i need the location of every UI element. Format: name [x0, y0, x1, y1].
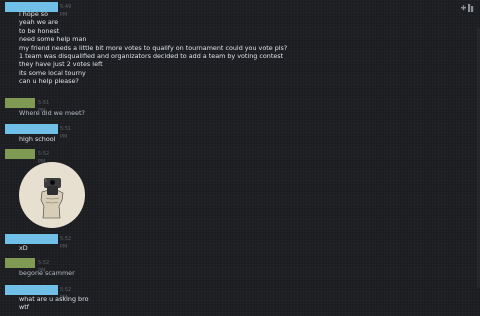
- chat-log: 5:49 PM i hope so yeah we are to be hone…: [0, 0, 480, 316]
- message-line: high school: [19, 135, 56, 143]
- message-line: 1 team was disqualified and organizators…: [19, 52, 284, 61]
- message-line: Where did we meet?: [19, 109, 85, 117]
- sender-name-bar[interactable]: [5, 285, 58, 295]
- sender-name-bar[interactable]: [5, 149, 35, 159]
- message-line: xD: [19, 244, 28, 252]
- message-line: can u help please?: [19, 77, 79, 86]
- message-body: i hope so yeah we are to be honest need …: [19, 10, 287, 86]
- message-line: yeah we are: [19, 18, 59, 27]
- message-line: begone scammer: [19, 269, 75, 277]
- message-line: what are u asking bro: [19, 295, 89, 303]
- message-body: high school: [19, 135, 55, 143]
- sender-name-bar[interactable]: [5, 234, 58, 244]
- add-friend-icon[interactable]: [461, 3, 475, 13]
- sender-name-bar[interactable]: [5, 258, 35, 268]
- message-line: need some help man: [19, 35, 87, 44]
- message-timestamp: 5:51 PM: [60, 126, 72, 140]
- message-line: i hope so: [19, 10, 49, 18]
- message-line: its some local tourny: [19, 68, 86, 77]
- message-body: begone scammer: [19, 269, 75, 277]
- message-timestamp: 5:52 PM: [60, 236, 72, 250]
- message-line: my friend needs a little bit more votes …: [19, 43, 288, 52]
- message-body: what are u asking bro wtf: [19, 295, 89, 312]
- message-body: Where did we meet?: [19, 109, 85, 117]
- sender-name-bar[interactable]: [5, 98, 35, 108]
- sender-name-bar[interactable]: [5, 124, 58, 134]
- message-line: they have just 2 votes left: [19, 60, 103, 69]
- message-body: xD: [19, 244, 28, 252]
- message-line: wtf: [19, 303, 29, 312]
- message-line: to be honest: [19, 26, 60, 35]
- shared-image[interactable]: [19, 162, 85, 228]
- gun-pointing-at-viewer-icon: [40, 178, 64, 219]
